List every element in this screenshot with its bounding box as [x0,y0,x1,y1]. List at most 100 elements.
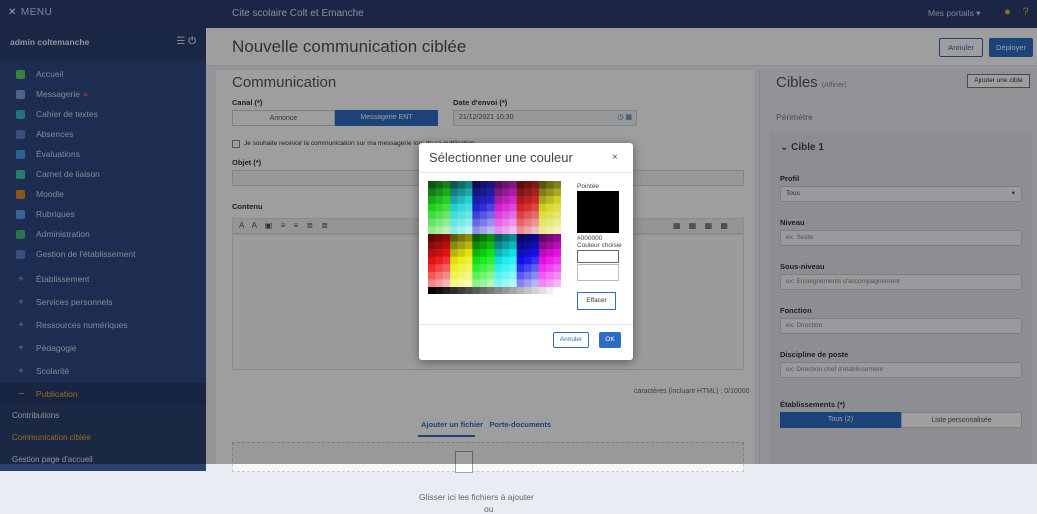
color-swatch[interactable] [464,279,473,288]
color-swatch[interactable] [509,271,517,280]
color-swatch[interactable] [524,218,532,227]
color-swatch[interactable] [531,271,540,280]
color-swatch[interactable] [464,271,473,280]
color-swatch[interactable] [531,211,540,220]
color-swatch[interactable] [464,256,473,265]
color-swatch[interactable] [450,264,458,273]
color-swatch[interactable] [516,218,525,227]
color-swatch[interactable] [509,256,517,265]
color-swatch[interactable] [546,279,554,288]
color-swatch[interactable] [442,271,451,280]
color-swatch[interactable] [457,226,466,235]
color-swatch[interactable] [450,211,458,220]
clear-button[interactable]: Effacer [577,292,616,310]
color-swatch[interactable] [509,234,517,242]
color-swatch[interactable] [457,188,466,197]
color-swatch[interactable] [442,203,451,212]
color-swatch[interactable] [553,264,561,273]
color-swatch[interactable] [494,218,503,227]
color-swatch[interactable] [546,196,554,205]
color-swatch[interactable] [494,188,503,197]
color-swatch[interactable] [553,188,561,197]
grayscale-swatch[interactable] [450,287,458,294]
color-swatch[interactable] [538,264,547,273]
color-swatch[interactable] [487,211,495,220]
color-swatch[interactable] [524,234,532,242]
color-swatch[interactable] [428,181,436,189]
color-swatch[interactable] [509,211,517,220]
color-swatch[interactable] [472,218,481,227]
grayscale-swatch[interactable] [428,287,436,294]
color-swatch[interactable] [501,249,510,258]
color-swatch[interactable] [472,203,481,212]
grayscale-swatch[interactable] [516,287,525,294]
color-swatch[interactable] [450,203,458,212]
color-swatch[interactable] [435,249,444,258]
color-swatch[interactable] [428,211,436,220]
color-swatch[interactable] [442,211,451,220]
color-swatch[interactable] [428,234,436,242]
color-swatch[interactable] [442,181,451,189]
color-swatch[interactable] [516,196,525,205]
color-swatch[interactable] [538,279,547,288]
color-swatch[interactable] [450,181,458,189]
color-swatch[interactable] [509,241,517,250]
color-swatch[interactable] [538,211,547,220]
color-swatch[interactable] [435,264,444,273]
color-swatch[interactable] [479,188,488,197]
color-swatch[interactable] [464,211,473,220]
color-swatch[interactable] [479,218,488,227]
color-swatch[interactable] [509,218,517,227]
color-swatch[interactable] [464,249,473,258]
grayscale-swatch[interactable] [442,287,451,294]
color-swatch[interactable] [479,249,488,258]
color-swatch[interactable] [487,271,495,280]
color-swatch[interactable] [546,226,554,235]
color-swatch[interactable] [553,203,561,212]
color-swatch[interactable] [450,196,458,205]
color-swatch[interactable] [553,279,561,288]
color-swatch[interactable] [479,256,488,265]
color-swatch[interactable] [546,211,554,220]
color-swatch[interactable] [509,249,517,258]
color-swatch[interactable] [464,181,473,189]
color-swatch[interactable] [479,271,488,280]
color-swatch[interactable] [487,279,495,288]
color-swatch[interactable] [450,218,458,227]
color-swatch[interactable] [546,203,554,212]
color-swatch[interactable] [464,218,473,227]
color-swatch[interactable] [428,241,436,250]
color-swatch[interactable] [501,211,510,220]
color-swatch[interactable] [546,241,554,250]
color-swatch[interactable] [457,249,466,258]
color-swatch[interactable] [531,181,540,189]
color-swatch[interactable] [501,241,510,250]
color-swatch[interactable] [531,188,540,197]
grayscale-swatch[interactable] [472,287,481,294]
color-swatch[interactable] [546,218,554,227]
color-swatch[interactable] [531,218,540,227]
color-swatch[interactable] [487,264,495,273]
color-swatch[interactable] [450,241,458,250]
color-swatch[interactable] [479,196,488,205]
color-swatch[interactable] [553,218,561,227]
color-swatch[interactable] [442,241,451,250]
color-swatch[interactable] [509,226,517,235]
color-swatch[interactable] [450,279,458,288]
color-swatch[interactable] [516,211,525,220]
grayscale-swatch[interactable] [509,287,517,294]
color-swatch[interactable] [546,188,554,197]
color-swatch[interactable] [494,196,503,205]
color-swatch[interactable] [501,271,510,280]
color-swatch[interactable] [464,234,473,242]
color-swatch[interactable] [479,181,488,189]
color-swatch[interactable] [435,218,444,227]
color-swatch[interactable] [487,256,495,265]
color-swatch[interactable] [494,226,503,235]
color-swatch[interactable] [457,234,466,242]
dialog-cancel-button[interactable]: Annuler [553,332,589,348]
color-swatch[interactable] [524,249,532,258]
color-swatch[interactable] [487,241,495,250]
grayscale-swatch[interactable] [553,287,561,294]
color-swatch[interactable] [435,188,444,197]
